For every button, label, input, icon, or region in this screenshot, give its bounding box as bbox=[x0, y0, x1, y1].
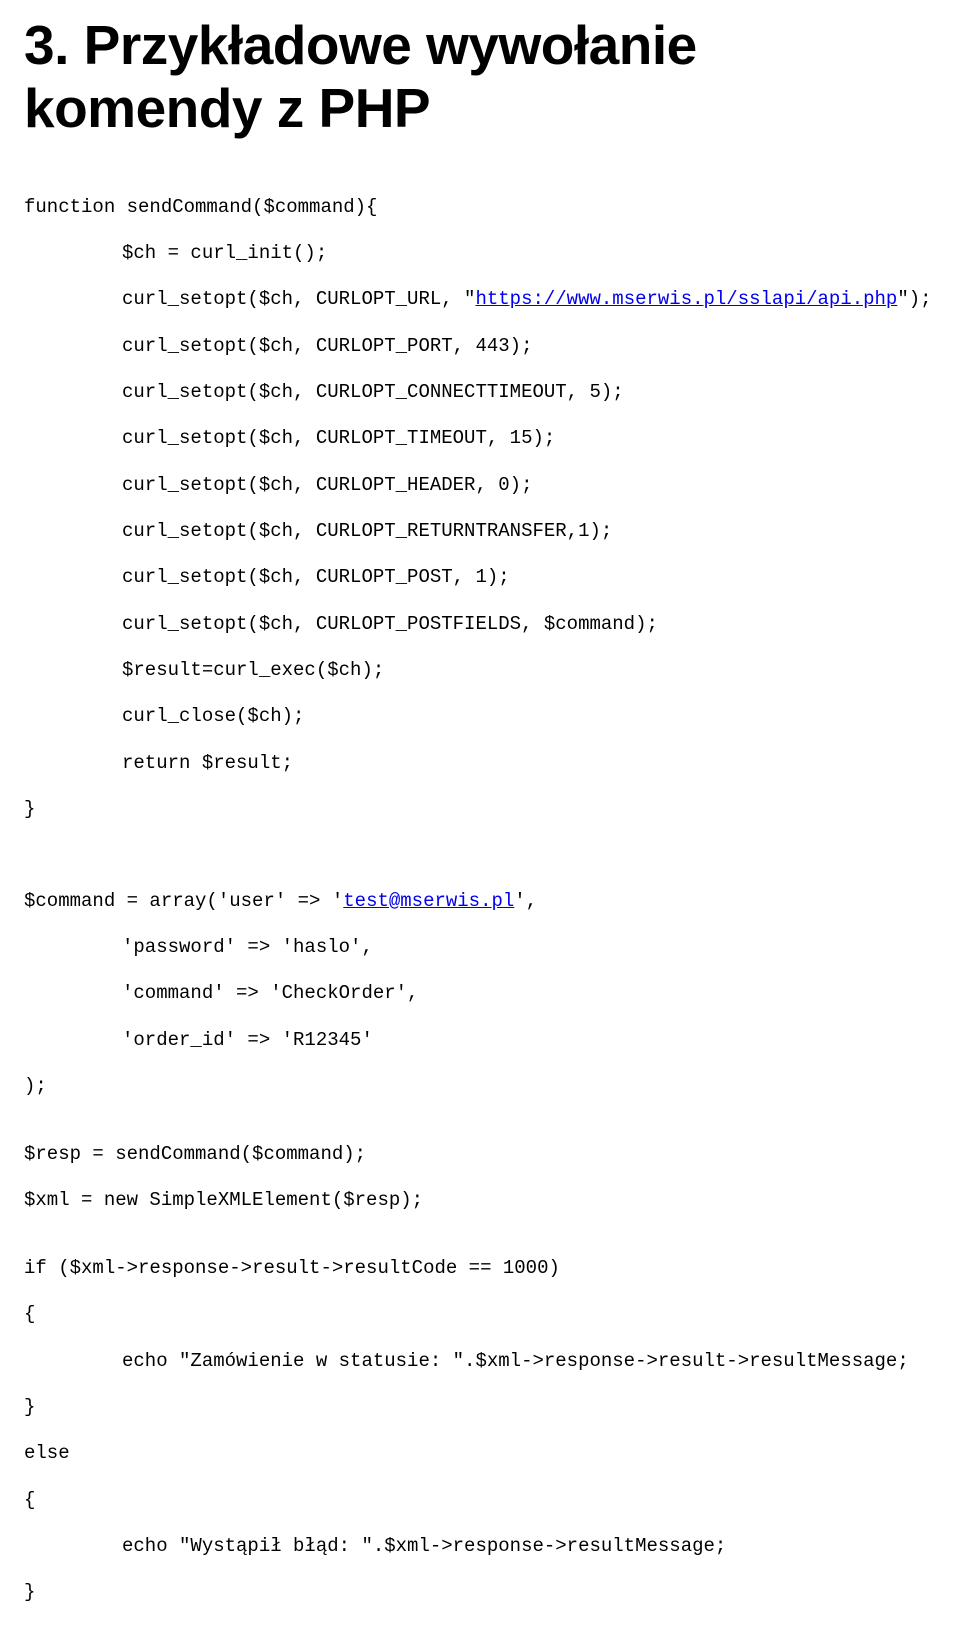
code-line: else bbox=[24, 1442, 936, 1465]
code-text: curl_setopt($ch, CURLOPT_URL, " bbox=[122, 288, 475, 310]
code-command-array: $command = array('user' => 'test@mserwis… bbox=[24, 866, 936, 1121]
code-text: "); bbox=[897, 288, 931, 310]
code-line: curl_setopt($ch, CURLOPT_HEADER, 0); bbox=[24, 474, 936, 497]
code-line: curl_setopt($ch, CURLOPT_CONNECTTIMEOUT,… bbox=[24, 381, 936, 404]
code-line: 'command' => 'CheckOrder', bbox=[24, 982, 936, 1005]
code-line: return $result; bbox=[24, 752, 936, 775]
url-link[interactable]: https://www.mserwis.pl/sslapi/api.php bbox=[475, 288, 897, 310]
code-text: ', bbox=[514, 890, 537, 912]
code-line: curl_setopt($ch, CURLOPT_TIMEOUT, 15); bbox=[24, 427, 936, 450]
email-link[interactable]: test@mserwis.pl bbox=[343, 890, 514, 912]
code-line: 'password' => 'haslo', bbox=[24, 936, 936, 959]
code-line: { bbox=[24, 1489, 936, 1512]
code-line: $ch = curl_init(); bbox=[24, 242, 936, 265]
code-line: echo "Zamówienie w statusie: ".$xml->res… bbox=[24, 1350, 936, 1373]
section-heading: 3. Przykładowe wywołanie komendy z PHP bbox=[24, 14, 936, 141]
code-line: curl_setopt($ch, CURLOPT_POST, 1); bbox=[24, 566, 936, 589]
code-line: $result=curl_exec($ch); bbox=[24, 659, 936, 682]
code-line: curl_setopt($ch, CURLOPT_POSTFIELDS, $co… bbox=[24, 613, 936, 636]
code-xml: $xml = new SimpleXMLElement($resp); bbox=[24, 1189, 936, 1212]
code-line: { bbox=[24, 1303, 936, 1326]
code-line: curl_setopt($ch, CURLOPT_URL, "https://w… bbox=[24, 288, 936, 311]
code-text: $command = array('user' => ' bbox=[24, 890, 343, 912]
code-function: function sendCommand($command){ $ch = cu… bbox=[24, 173, 936, 845]
code-line: } bbox=[24, 1396, 936, 1419]
code-line: 'order_id' => 'R12345' bbox=[24, 1029, 936, 1052]
code-resp: $resp = sendCommand($command); bbox=[24, 1143, 936, 1166]
code-line: } bbox=[24, 1581, 936, 1604]
code-line: } bbox=[24, 798, 936, 821]
code-line: curl_close($ch); bbox=[24, 705, 936, 728]
code-line: $command = array('user' => 'test@mserwis… bbox=[24, 890, 936, 913]
code-line: function sendCommand($command){ bbox=[24, 196, 936, 219]
code-line: ); bbox=[24, 1075, 936, 1098]
code-line: if ($xml->response->result->resultCode =… bbox=[24, 1257, 936, 1280]
code-line: echo "Wystąpił błąd: ".$xml->response->r… bbox=[24, 1535, 936, 1558]
code-line: curl_setopt($ch, CURLOPT_RETURNTRANSFER,… bbox=[24, 520, 936, 543]
code-line: curl_setopt($ch, CURLOPT_PORT, 443); bbox=[24, 335, 936, 358]
code-if-block: if ($xml->response->result->resultCode =… bbox=[24, 1234, 936, 1628]
